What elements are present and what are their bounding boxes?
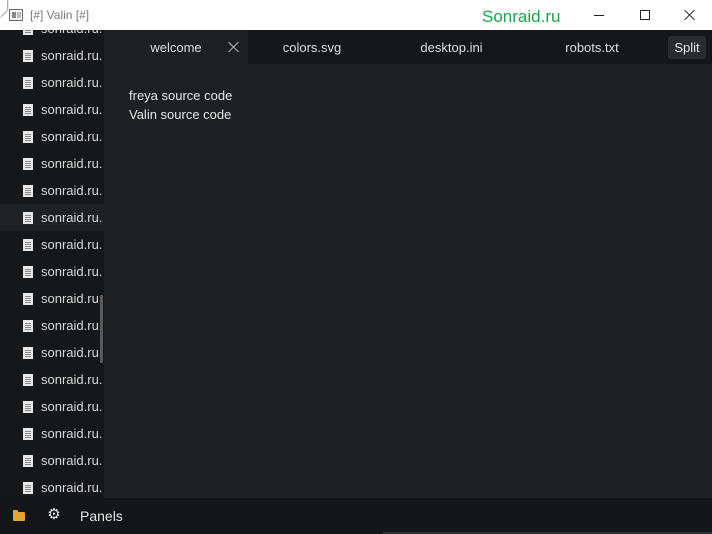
maximize-button[interactable] — [622, 0, 668, 30]
file-icon — [23, 427, 33, 440]
file-list-item[interactable]: sonraid.ru. — [0, 42, 104, 69]
file-icon — [23, 238, 33, 251]
file-icon — [23, 292, 33, 305]
file-list-item[interactable]: sonraid.ru. — [0, 150, 104, 177]
gear-icon[interactable]: ⚙ — [47, 507, 61, 522]
file-list-item[interactable]: sonraid.ru. — [0, 177, 104, 204]
welcome-line[interactable]: Valin source code — [129, 105, 232, 124]
tab-desktop-ini[interactable]: desktop.ini — [380, 30, 523, 64]
tab-bar: welcome colors.svg desktop.ini robots.tx… — [104, 30, 712, 64]
app-icon — [9, 9, 23, 21]
file-label: sonraid.ru. — [41, 30, 102, 36]
sidebar-scrollbar[interactable] — [100, 295, 103, 363]
file-list-item[interactable]: sonraid.ru. — [0, 474, 104, 498]
file-icon — [23, 373, 33, 386]
file-label: sonraid.ru. — [41, 183, 103, 198]
editor-area[interactable]: freya source code Valin source code — [104, 64, 712, 498]
window-title: [#] Valin [#] — [30, 8, 90, 22]
file-list-item[interactable]: sonraid.ru. — [0, 285, 104, 312]
folder-icon[interactable] — [13, 510, 25, 521]
minimize-icon — [594, 14, 604, 16]
file-list-item[interactable]: sonraid.ru. — [0, 339, 104, 366]
file-icon — [23, 49, 33, 62]
file-list-item[interactable]: sonraid.ru. — [0, 447, 104, 474]
file-icon — [23, 454, 33, 467]
file-icon — [23, 157, 33, 170]
file-list-item[interactable]: sonraid.ru. — [0, 312, 104, 339]
file-icon — [23, 211, 33, 224]
file-icon — [23, 103, 33, 116]
file-label: sonraid.ru. — [41, 48, 103, 63]
file-label: sonraid.ru. — [41, 345, 103, 360]
file-label: sonraid.ru. — [41, 480, 103, 495]
tab-label: robots.txt — [565, 39, 619, 55]
close-button[interactable] — [667, 0, 712, 30]
file-sidebar: sonraid.ru. sonraid.ru. sonraid.ru. sonraid… — [0, 30, 104, 498]
file-list-item[interactable]: sonraid.ru. — [0, 366, 104, 393]
file-icon — [23, 400, 33, 413]
file-icon — [23, 130, 33, 143]
tab-welcome[interactable]: welcome — [104, 30, 248, 64]
mouse-cursor-icon — [0, 0, 7, 17]
file-list-item[interactable]: sonraid.ru. — [0, 231, 104, 258]
file-icon — [23, 265, 33, 278]
file-label: sonraid.ru. — [41, 399, 103, 414]
maximize-icon — [640, 10, 650, 20]
file-list: sonraid.ru. sonraid.ru. sonraid.ru. sonraid… — [0, 30, 104, 498]
file-list-item[interactable]: sonraid.ru. — [0, 420, 104, 447]
panels-button[interactable]: Panels — [80, 508, 123, 524]
file-label: sonraid.ru. — [41, 210, 103, 225]
file-list-item[interactable]: sonraid.ru. — [0, 69, 104, 96]
tab-label: desktop.ini — [420, 39, 483, 55]
file-label: sonraid.ru. — [41, 318, 103, 333]
file-icon — [23, 319, 33, 332]
file-list-item[interactable]: sonraid.ru. — [0, 96, 104, 123]
close-icon — [684, 9, 696, 21]
file-label: sonraid.ru. — [41, 264, 103, 279]
file-icon — [23, 481, 33, 494]
file-list-item[interactable]: sonraid.ru. — [0, 204, 104, 231]
minimize-button[interactable] — [576, 0, 622, 30]
split-button[interactable]: Split — [668, 36, 706, 59]
file-icon — [23, 346, 33, 359]
title-bar: [#] Valin [#] Sonraid.ru — [0, 0, 712, 30]
watermark-text: Sonraid.ru — [482, 7, 561, 26]
tab-robots-txt[interactable]: robots.txt — [523, 30, 661, 64]
close-tab-icon[interactable] — [228, 41, 240, 53]
file-list-item[interactable]: sonraid.ru. — [0, 30, 104, 42]
tab-label: welcome — [150, 39, 202, 55]
file-list-item[interactable]: sonraid.ru. — [0, 123, 104, 150]
file-icon — [23, 76, 33, 89]
file-label: sonraid.ru. — [41, 372, 103, 387]
file-icon — [23, 30, 33, 35]
file-list-item[interactable]: sonraid.ru. — [0, 258, 104, 285]
file-label: sonraid.ru. — [41, 102, 103, 117]
welcome-line[interactable]: freya source code — [129, 86, 232, 105]
file-label: sonraid.ru. — [41, 75, 103, 90]
file-label: sonraid.ru. — [41, 129, 103, 144]
file-label: sonraid.ru. — [41, 453, 103, 468]
file-label: sonraid.ru. — [41, 426, 103, 441]
file-label: sonraid.ru. — [41, 156, 103, 171]
tab-colors-svg[interactable]: colors.svg — [248, 30, 376, 64]
file-label: sonraid.ru. — [41, 237, 103, 252]
file-list-item[interactable]: sonraid.ru. — [0, 393, 104, 420]
welcome-content: freya source code Valin source code — [129, 86, 232, 124]
tab-label: colors.svg — [282, 39, 342, 55]
file-icon — [23, 184, 33, 197]
file-label: sonraid.ru. — [41, 291, 103, 306]
